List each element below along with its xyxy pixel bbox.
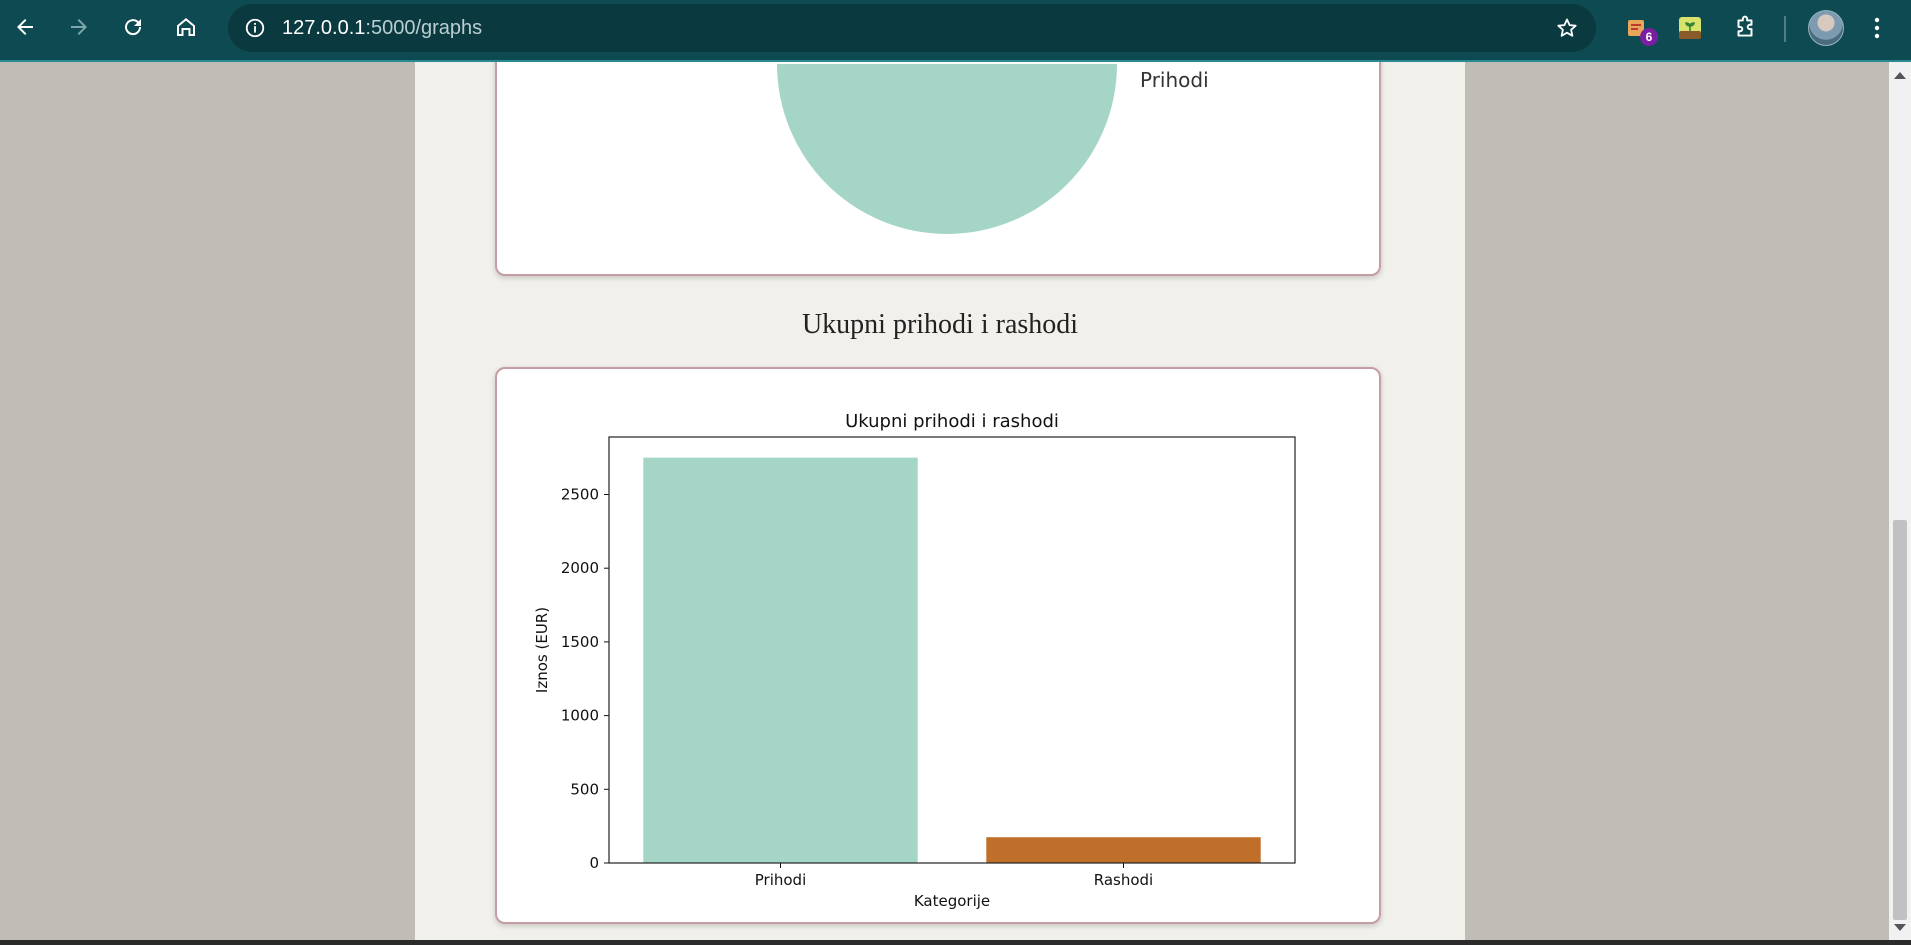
url-host: 127.0.0.1 xyxy=(282,17,366,39)
toolbar-separator xyxy=(1784,16,1786,42)
extension-button-1[interactable]: 6 xyxy=(1618,10,1658,46)
window-bottom-edge xyxy=(0,940,1911,945)
pie-slice-prihodi xyxy=(777,64,1117,234)
bar-prihodi xyxy=(643,457,918,863)
scrollbar-thumb[interactable] xyxy=(1893,520,1907,920)
x-tick-label: Rashodi xyxy=(1094,871,1153,889)
pie-chart-card: Prihodi xyxy=(495,62,1381,276)
extension-button-2[interactable] xyxy=(1672,10,1708,46)
y-axis-label: Iznos (EUR) xyxy=(533,607,551,693)
address-bar[interactable]: 127.0.0.1:5000/graphs xyxy=(228,4,1596,52)
site-info-icon xyxy=(245,18,265,38)
back-arrow-icon xyxy=(17,19,33,35)
extension-badge: 6 xyxy=(1640,28,1658,46)
y-tick-label: 1000 xyxy=(561,707,599,725)
chart-title: Ukupni prihodi i rashodi xyxy=(845,411,1059,432)
bar-rashodi xyxy=(986,837,1261,863)
browser-toolbar: 127.0.0.1:5000/graphs 6 xyxy=(0,0,1911,62)
forward-button[interactable] xyxy=(60,8,98,46)
bookmark-star-icon xyxy=(1557,18,1577,37)
scroll-down-arrow-icon[interactable] xyxy=(1894,924,1906,931)
y-tick-label: 1500 xyxy=(561,633,599,651)
page-content: Prihodi Ukupni prihodi i rashodi Ukupni … xyxy=(415,62,1465,940)
scroll-up-arrow-icon[interactable] xyxy=(1894,72,1906,79)
extensions-menu-button[interactable] xyxy=(1727,10,1763,46)
page-viewport: Prihodi Ukupni prihodi i rashodi Ukupni … xyxy=(0,62,1889,940)
forward-arrow-icon xyxy=(71,19,87,35)
site-info-button[interactable] xyxy=(238,11,272,45)
home-icon xyxy=(177,18,195,36)
bar-chart: Ukupni prihodi i rashodi Prihodi Rashodi 0 5… xyxy=(533,411,1296,910)
back-button[interactable] xyxy=(6,8,44,46)
vertical-scrollbar[interactable] xyxy=(1889,62,1911,940)
bar-chart-card: Ukupni prihodi i rashodi Prihodi Rashodi 0 5… xyxy=(495,367,1381,924)
y-tick-label: 500 xyxy=(570,780,599,798)
y-tick-label: 2000 xyxy=(561,559,599,577)
y-tick-label: 0 xyxy=(589,854,599,872)
browser-menu-button[interactable] xyxy=(1862,10,1892,46)
home-button[interactable] xyxy=(167,8,205,46)
url-text[interactable]: 127.0.0.1:5000/graphs xyxy=(282,17,482,40)
x-axis-label: Kategorije xyxy=(914,892,990,910)
reload-icon xyxy=(125,19,142,36)
reload-button[interactable] xyxy=(114,8,152,46)
x-tick-label: Prihodi xyxy=(755,871,807,889)
pie-legend-label: Prihodi xyxy=(1140,68,1209,92)
profile-avatar[interactable] xyxy=(1808,10,1844,46)
bookmark-button[interactable] xyxy=(1552,13,1582,43)
section-title: Ukupni prihodi i rashodi xyxy=(801,309,1079,340)
url-path: :5000/graphs xyxy=(365,17,483,39)
pie-chart xyxy=(777,64,1117,234)
garden-extension-icon xyxy=(1679,17,1701,39)
kebab-menu-icon xyxy=(1874,17,1880,39)
puzzle-icon xyxy=(1737,15,1753,37)
y-tick-label: 2500 xyxy=(561,485,599,503)
